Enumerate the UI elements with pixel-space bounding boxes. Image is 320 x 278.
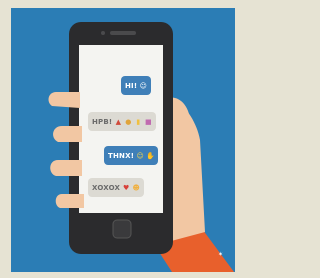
message-text: HPB!	[92, 117, 113, 126]
message-text: THNX!	[108, 151, 135, 160]
message-bubble-hi: HI! ☺	[121, 76, 152, 95]
finger-2	[53, 126, 82, 142]
message-bubble-thnx: THNX! ☺ ✋	[104, 146, 159, 165]
phone-camera	[101, 31, 105, 35]
finger-4	[55, 194, 84, 208]
smiley-emoji-icon: ☺	[136, 151, 144, 160]
message-bubble-xoxox: XOXOX ♥ ☻	[88, 178, 145, 197]
finger-3	[50, 160, 82, 176]
sparkle-icon: ✶	[218, 251, 223, 258]
home-button	[112, 219, 132, 239]
message-text: HI!	[125, 81, 138, 90]
heart-icon: ♥	[122, 183, 130, 192]
message-bubble-hpb: HPB! ▲ ● ▮ ■	[88, 112, 157, 131]
phone-speaker	[110, 31, 136, 35]
smiley-emoji-icon: ☺	[139, 81, 147, 90]
gift-icon: ■	[145, 117, 152, 126]
kiss-face-icon: ☻	[132, 183, 140, 192]
thumbs-up-icon: ✋	[146, 151, 155, 160]
message-text: XOXOX	[92, 183, 121, 192]
smartphone-illustration: ✶	[0, 0, 245, 278]
illustration: ✶ HI! ☺ HPB! ▲ ● ▮ ■ THNX! ☺ ✋ XOXOX ♥ ☻	[0, 0, 245, 278]
party-hat-icon: ▲	[115, 117, 122, 126]
cake-icon: ▮	[136, 117, 141, 126]
finger-1	[48, 92, 80, 108]
balloon-icon: ●	[125, 117, 132, 126]
